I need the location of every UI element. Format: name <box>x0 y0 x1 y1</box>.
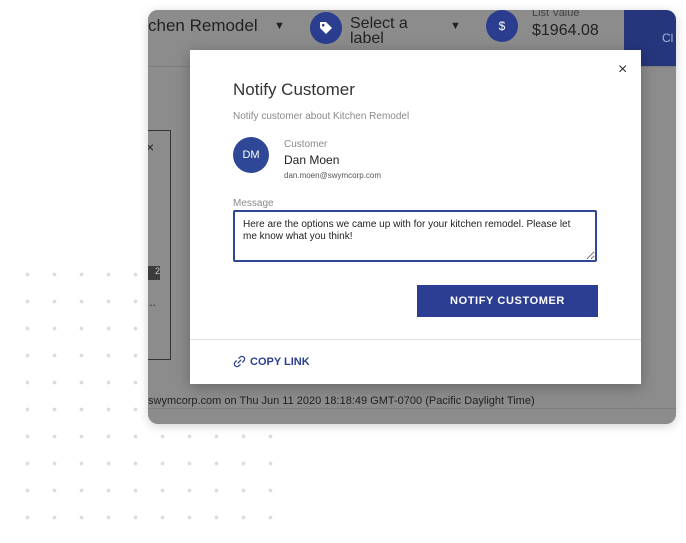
customer-name: Dan Moen <box>284 153 340 167</box>
project-caret-down-icon[interactable]: ▼ <box>274 20 285 32</box>
background-badge: 2 <box>148 266 160 280</box>
message-textarea[interactable]: Here are the options we came up with for… <box>233 210 597 262</box>
customer-avatar: DM <box>233 137 269 173</box>
modal-subtitle: Notify customer about Kitchen Remodel <box>233 111 410 122</box>
background-card-close-icon: × <box>148 139 155 155</box>
dollar-icon: $ <box>486 10 518 42</box>
project-title: chen Remodel <box>148 16 258 35</box>
activity-log-line: swymcorp.com on Thu Jun 11 2020 18:18:49… <box>148 395 535 407</box>
copy-link-label: COPY LINK <box>250 355 310 368</box>
list-value: $1964.08 <box>532 22 599 39</box>
modal-title: Notify Customer <box>233 80 355 99</box>
link-icon <box>233 355 246 368</box>
tag-icon <box>310 12 342 44</box>
background-card <box>148 130 171 360</box>
background-divider <box>148 408 676 409</box>
tag-icon-svg <box>320 22 332 34</box>
copy-link-button[interactable]: COPY LINK <box>233 355 310 368</box>
list-value-caption: List Value <box>532 10 580 19</box>
message-label: Message <box>233 198 274 209</box>
header-action-button-label: Cl <box>662 31 674 45</box>
background-ellipsis: ... <box>148 295 157 309</box>
modal-divider <box>190 339 641 340</box>
stage: chen Remodel ▼ Select a label ▼ $ List V… <box>0 0 686 543</box>
customer-email: dan.moen@swymcorp.com <box>284 171 382 180</box>
label-select[interactable]: Select a label <box>350 16 420 47</box>
notify-customer-button[interactable]: NOTIFY CUSTOMER <box>417 285 598 317</box>
label-caret-down-icon[interactable]: ▼ <box>450 20 461 32</box>
notify-customer-modal: × Notify Customer Notify customer about … <box>190 50 641 384</box>
customer-caption: Customer <box>284 139 328 150</box>
close-icon[interactable]: × <box>618 62 627 78</box>
